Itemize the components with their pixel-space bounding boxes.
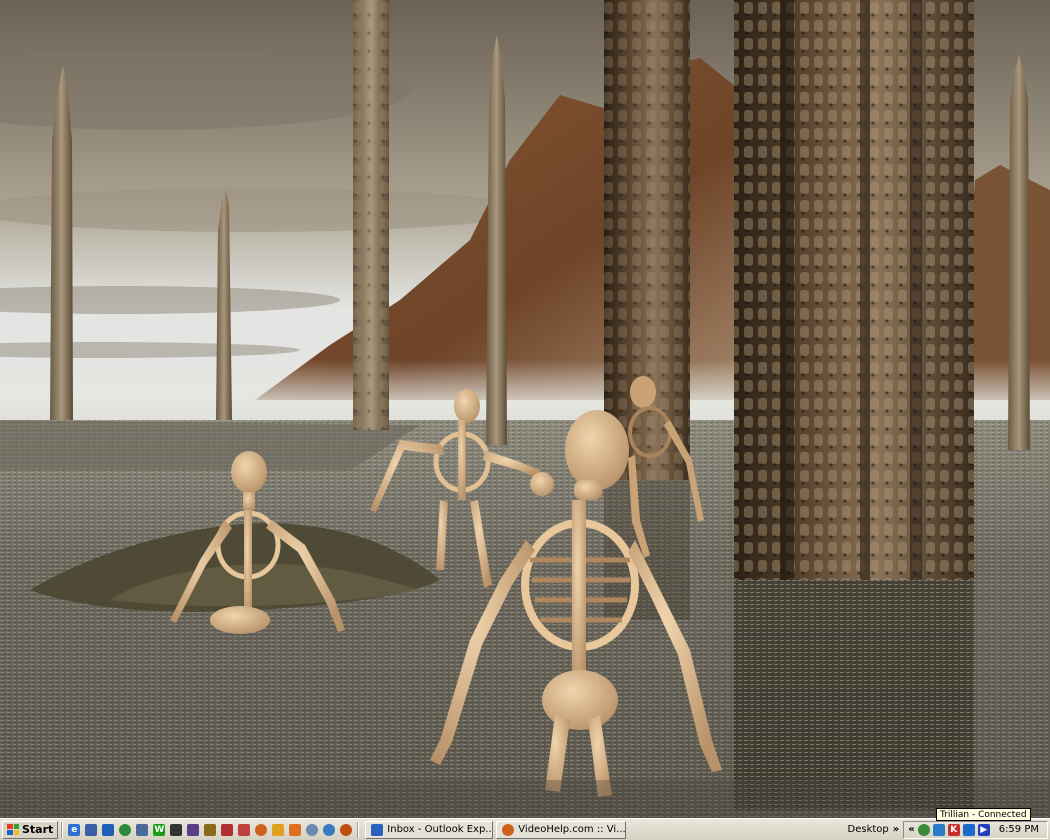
network-icon[interactable] [134, 822, 150, 838]
taskbar-separator [61, 821, 64, 838]
firefox-icon [502, 823, 515, 836]
antivirus-tray-icon[interactable]: K [947, 823, 960, 836]
chart-app-icon[interactable] [219, 822, 235, 838]
search-icon[interactable] [321, 822, 337, 838]
network-tray-icon[interactable] [932, 823, 945, 836]
internet-explorer-icon[interactable]: e [66, 822, 82, 838]
tray-tooltip: Trillian - Connected [936, 808, 1031, 821]
desktop-toolbar-label[interactable]: Desktop [848, 824, 889, 835]
winamp-icon[interactable]: W [151, 822, 167, 838]
trillian-tray-icon[interactable] [917, 823, 930, 836]
outlook-express-icon [371, 823, 384, 836]
terminal-icon[interactable] [168, 822, 184, 838]
taskbar: Start e W Inbox - Outlook Exp... VideoHe… [0, 818, 1050, 840]
clock-app-icon[interactable] [304, 822, 320, 838]
desktop-wallpaper [0, 0, 1050, 818]
toolbar-chevron-icon[interactable]: » [893, 824, 899, 835]
task-label: Inbox - Outlook Exp... [387, 824, 494, 835]
start-label: Start [22, 823, 54, 836]
browser-icon[interactable] [338, 822, 354, 838]
clock[interactable]: 6:59 PM [999, 824, 1043, 835]
task-label: VideoHelp.com :: Vi... [518, 824, 626, 835]
gear-app-icon[interactable] [202, 822, 218, 838]
desktop[interactable] [0, 0, 1050, 818]
outlook-icon[interactable] [100, 822, 116, 838]
tray-expand-icon[interactable]: « [908, 824, 914, 835]
quick-launch-bar: e W [66, 822, 354, 838]
system-tray: « K ▶ 6:59 PM [903, 820, 1048, 839]
taskbar-separator [357, 821, 360, 838]
notepad-icon[interactable] [287, 822, 303, 838]
windows-logo-icon [7, 824, 19, 835]
task-button-outlook-express[interactable]: Inbox - Outlook Exp... [365, 820, 494, 839]
folder-icon[interactable] [270, 822, 286, 838]
media-tray-icon[interactable]: ▶ [977, 823, 990, 836]
start-button[interactable]: Start [2, 820, 59, 839]
messenger-tray-icon[interactable] [962, 823, 975, 836]
paint-icon[interactable] [236, 822, 252, 838]
show-desktop-icon[interactable] [83, 822, 99, 838]
globe-icon[interactable] [117, 822, 133, 838]
task-button-videohelp[interactable]: VideoHelp.com :: Vi... [496, 820, 627, 839]
firefox-icon[interactable] [253, 822, 269, 838]
media-player-icon[interactable] [185, 822, 201, 838]
